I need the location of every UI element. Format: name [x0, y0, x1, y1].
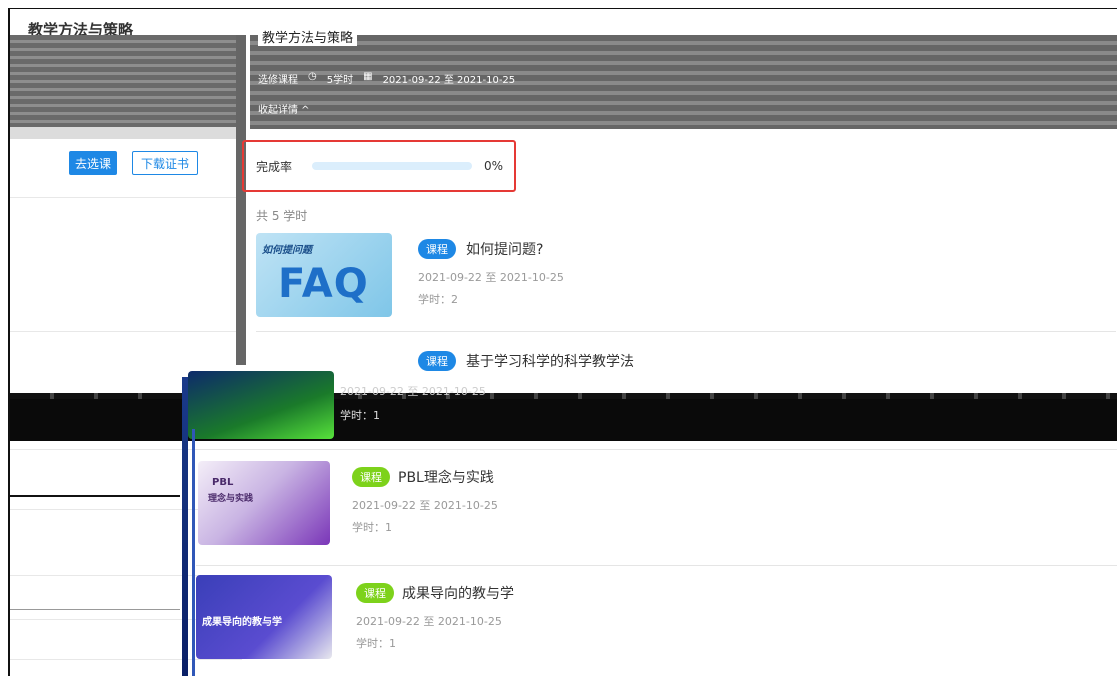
course-hours: 学时：2 — [418, 293, 458, 306]
clock-icon: ◷ — [308, 71, 317, 82]
decorative-rail — [192, 429, 195, 676]
thumbnail-caption: 如何提问题 — [262, 245, 312, 256]
row-divider — [256, 331, 1116, 332]
course-type-label: 选修课程 — [258, 75, 298, 86]
panel-divider-bar — [236, 35, 246, 365]
course-thumbnail: 如何提问题 FAQ — [256, 233, 392, 317]
left-header-divider — [10, 127, 242, 139]
course-date: 2021-09-22 至 2021-10-25 — [340, 385, 486, 398]
thumbnail-caption: 理念与实践 — [208, 494, 254, 504]
course-item[interactable]: PBL 理念与实践 课程 PBL理念与实践 2021-09-22 至 2021-… — [198, 461, 1098, 551]
left-header-banner — [10, 35, 242, 139]
course-thumbnail — [188, 371, 334, 439]
page-frame: 教学方法与策略 去选课 下载证书 教学方法与策略 选修课程 ◷ 5学时 ▦ 20… — [8, 8, 1117, 676]
completion-rate-label: 完成率 — [256, 159, 293, 174]
thumbnail-text: FAQ — [278, 261, 369, 307]
go-select-course-button[interactable]: 去选课 — [69, 151, 117, 175]
glitch-line — [10, 609, 180, 610]
total-hours-label: 共 5 学时 — [256, 209, 308, 223]
course-title[interactable]: 如何提问题? — [466, 239, 543, 259]
left-divider — [10, 197, 242, 198]
row-divider — [196, 449, 1117, 450]
course-thumbnail: PBL 理念与实践 — [198, 461, 330, 545]
course-title[interactable]: PBL理念与实践 — [398, 467, 494, 487]
course-hours: 学时：1 — [356, 637, 396, 650]
course-tag-badge: 课程 — [418, 239, 456, 259]
left-divider — [10, 331, 242, 332]
glitch-line — [10, 495, 180, 497]
course-hours: 学时：1 — [340, 409, 380, 422]
collapse-details-link[interactable]: 收起详情 ^ — [258, 101, 310, 116]
decorative-rail — [182, 377, 188, 676]
thumbnail-text: PBL — [212, 477, 234, 488]
calendar-icon: ▦ — [363, 71, 373, 82]
course-header-title: 教学方法与策略 — [258, 27, 358, 46]
course-date: 2021-09-22 至 2021-10-25 — [418, 271, 564, 284]
completion-progress-bar — [312, 162, 473, 170]
course-date-range: 2021-09-22 至 2021-10-25 — [382, 75, 516, 86]
course-title[interactable]: 成果导向的教与学 — [402, 583, 514, 603]
course-item[interactable]: 成果导向的教与学 课程 成果导向的教与学 2021-09-22 至 2021-1… — [196, 575, 1096, 665]
course-header-meta: 选修课程 ◷ 5学时 ▦ 2021-09-22 至 2021-10-25 — [258, 71, 515, 86]
course-item-detail: 2021-09-22 至 2021-10-25 学时：1 — [188, 361, 1048, 441]
download-certificate-button[interactable]: 下载证书 — [132, 151, 198, 175]
course-item[interactable]: 如何提问题 FAQ 课程 如何提问题? 2021-09-22 至 2021-10… — [256, 233, 1116, 323]
course-date: 2021-09-22 至 2021-10-25 — [356, 615, 502, 628]
course-thumbnail: 成果导向的教与学 — [196, 575, 332, 659]
thumbnail-text: 成果导向的教与学 — [202, 617, 282, 628]
course-hours: 学时：1 — [352, 521, 392, 534]
course-hours-label: 5学时 — [326, 75, 354, 86]
course-tag-badge: 课程 — [352, 467, 390, 487]
course-date: 2021-09-22 至 2021-10-25 — [352, 499, 498, 512]
row-divider — [196, 565, 1117, 566]
course-tag-badge: 课程 — [356, 583, 394, 603]
completion-rate-panel: 完成率 0% — [242, 140, 516, 192]
completion-rate-value: 0% — [484, 159, 504, 173]
